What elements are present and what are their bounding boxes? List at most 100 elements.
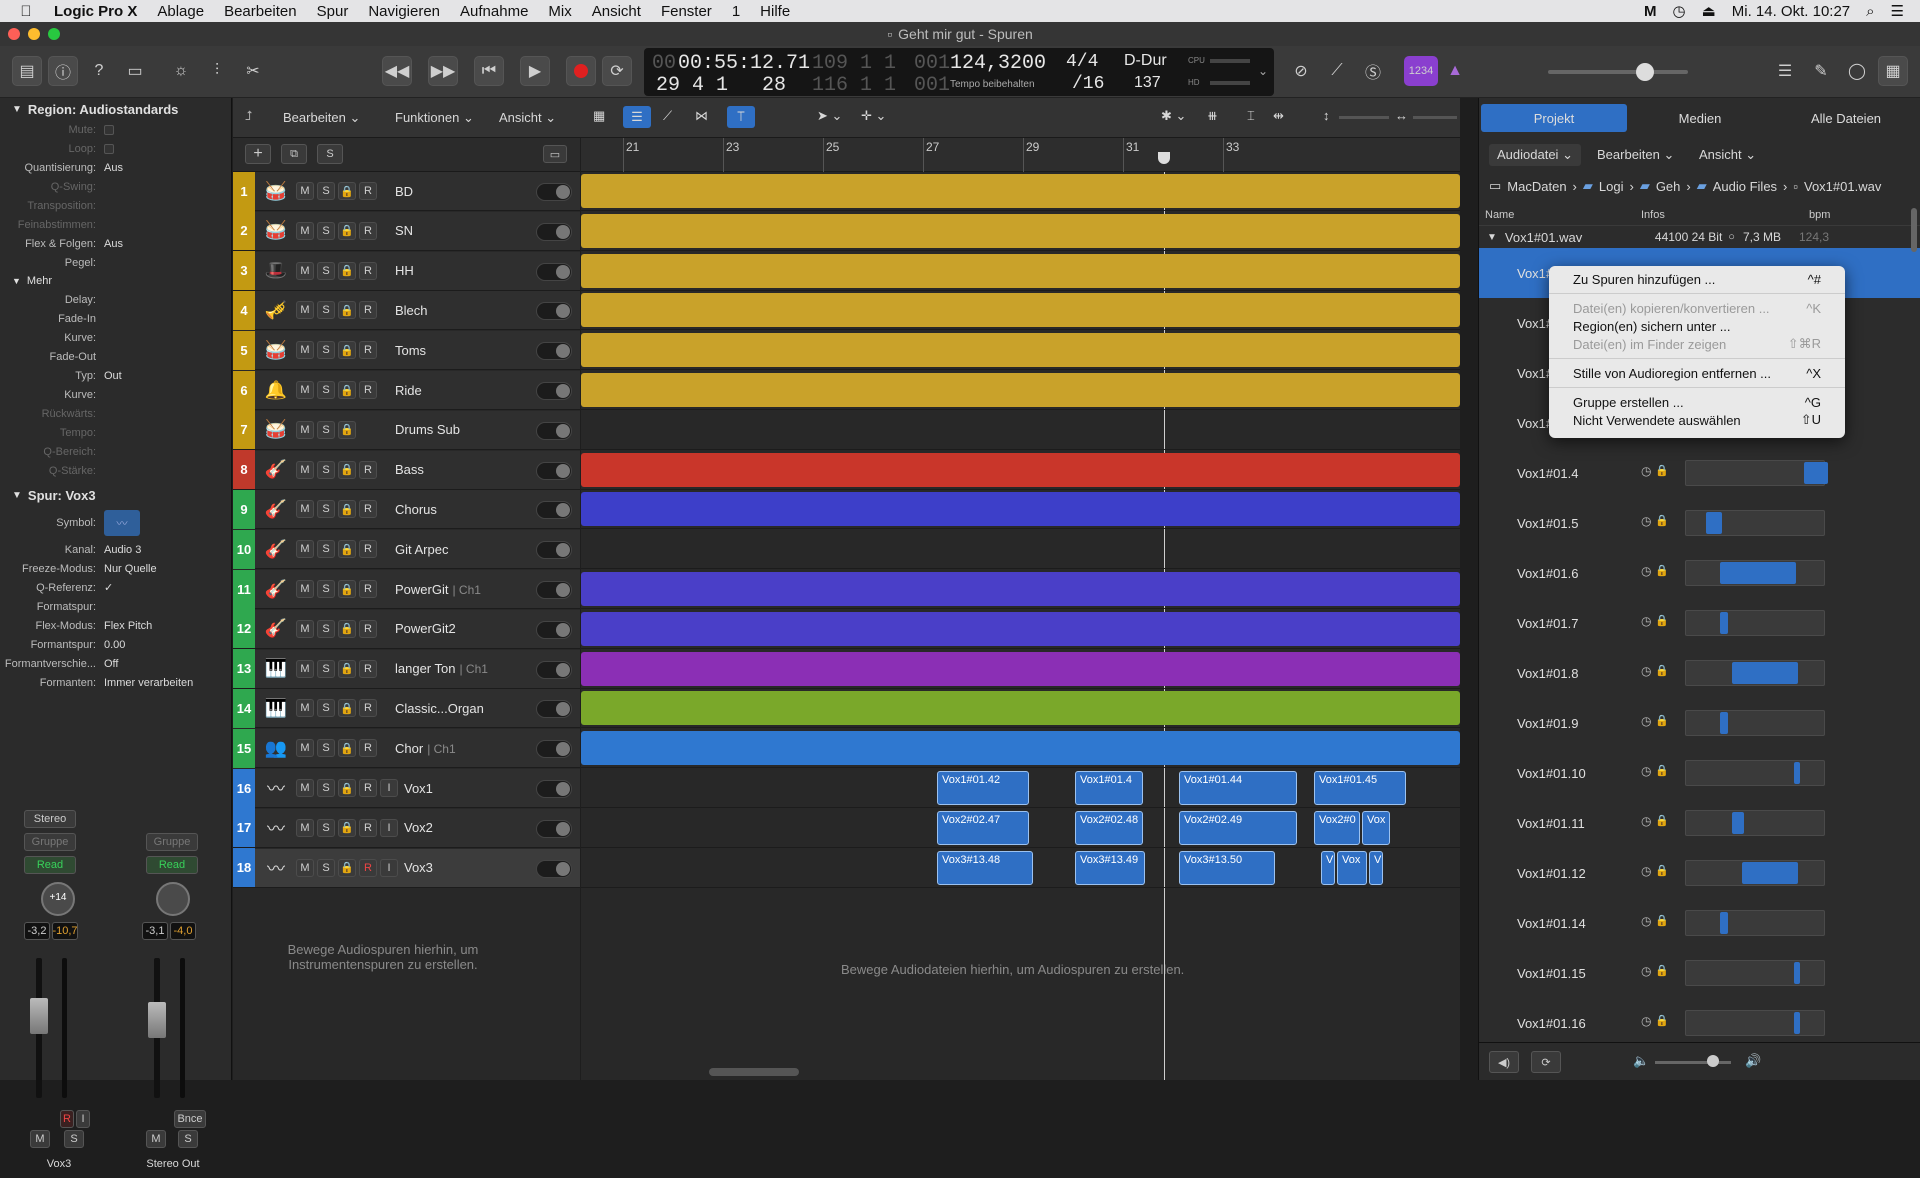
- record-enable-button[interactable]: R: [359, 619, 377, 638]
- track-on-off-toggle[interactable]: [536, 581, 572, 599]
- input-monitor-button[interactable]: I: [76, 1110, 90, 1128]
- instrument-icon[interactable]: 🎸: [259, 614, 293, 644]
- track-name[interactable]: Vox1: [404, 781, 524, 796]
- param-value[interactable]: Out: [104, 370, 122, 382]
- track-on-off-toggle[interactable]: [536, 461, 572, 480]
- region-inspector-header[interactable]: ▼ Region: Audiostandards: [0, 98, 231, 120]
- param-row[interactable]: Fade-Out: [0, 347, 231, 366]
- track-name[interactable]: Classic...Organ: [395, 701, 515, 716]
- context-menu-item[interactable]: Gruppe erstellen ... ^G: [1549, 393, 1845, 411]
- preview-volume-slider[interactable]: [1655, 1061, 1731, 1064]
- param-row[interactable]: Formanten: Immer verarbeiten: [0, 673, 231, 692]
- instrument-icon[interactable]: 🥁: [259, 216, 293, 246]
- track-on-off-toggle[interactable]: [536, 302, 572, 321]
- menu-spur[interactable]: Spur: [307, 3, 359, 20]
- track-name[interactable]: HH: [395, 263, 515, 278]
- waveform-overview[interactable]: [1685, 1010, 1825, 1036]
- audio-region[interactable]: Vox3#13.49: [1075, 850, 1145, 885]
- lock-icon[interactable]: 🔒: [338, 858, 356, 877]
- waveform-overview[interactable]: [1685, 760, 1825, 786]
- rewind-button[interactable]: ◀◀: [382, 56, 412, 86]
- loop-browser-icon[interactable]: ◯: [1842, 56, 1872, 86]
- waveform-overview[interactable]: [1685, 610, 1825, 636]
- browser-list-item[interactable]: Vox1#01.7 ◷ 🔒: [1479, 598, 1920, 648]
- catch-icon[interactable]: ⟙: [727, 106, 755, 128]
- input-monitor-button[interactable]: I: [380, 858, 398, 877]
- lane[interactable]: [581, 291, 1460, 331]
- instrument-icon[interactable]: 🥁: [259, 415, 293, 445]
- param-row[interactable]: Tempo:: [0, 423, 231, 442]
- editors-icon[interactable]: ✂: [238, 56, 268, 86]
- menu-mix[interactable]: Mix: [538, 3, 581, 20]
- audio-region[interactable]: Vox2#02.49: [1179, 810, 1297, 845]
- lock-icon[interactable]: 🔒: [338, 221, 356, 240]
- solo-button[interactable]: S: [317, 619, 335, 638]
- track-header-vox2[interactable]: 17 〰 M S 🔒 R I Vox2: [233, 808, 580, 848]
- mute-button[interactable]: M: [296, 580, 314, 598]
- horizontal-zoom-slider[interactable]: [1413, 116, 1457, 119]
- param-value[interactable]: Nur Quelle: [104, 563, 157, 575]
- mute-button[interactable]: M: [296, 818, 314, 837]
- region[interactable]: [581, 373, 1460, 407]
- solo-button[interactable]: S: [317, 739, 335, 758]
- tracks-view-icon[interactable]: ☰: [623, 106, 651, 128]
- region[interactable]: [581, 333, 1460, 368]
- col-infos[interactable]: Infos: [1641, 209, 1665, 221]
- record-enable-button[interactable]: R: [359, 580, 377, 598]
- context-menu-item[interactable]: Region(en) sichern unter ...: [1549, 317, 1845, 335]
- view-menu[interactable]: Ansicht ⌄: [499, 110, 556, 126]
- region[interactable]: [581, 174, 1460, 208]
- record-enable-button[interactable]: R: [359, 699, 377, 718]
- browser-scrollbar[interactable]: [1911, 208, 1917, 252]
- solo-button[interactable]: S: [317, 580, 335, 598]
- audio-region[interactable]: Vox1#01.44: [1179, 771, 1297, 805]
- record-button[interactable]: [566, 56, 596, 86]
- mute-button[interactable]: M: [296, 699, 314, 718]
- browser-list-item[interactable]: Vox1#01.5 ◷ 🔒: [1479, 498, 1920, 548]
- group-button[interactable]: Gruppe: [24, 833, 76, 851]
- apple-icon[interactable]: : [0, 3, 52, 20]
- record-enable-button[interactable]: R: [359, 221, 377, 240]
- input-monitor-button[interactable]: I: [380, 779, 398, 797]
- lcd-signature[interactable]: 4/4: [1066, 52, 1098, 72]
- track-on-off-toggle[interactable]: [536, 740, 572, 759]
- go-to-start-button[interactable]: ⏮: [474, 56, 504, 86]
- pencil-tool-icon[interactable]: ✛ ⌄: [861, 108, 886, 124]
- list-editors-icon[interactable]: ☰: [1770, 56, 1800, 86]
- volume-fader-cap[interactable]: [30, 998, 48, 1034]
- browser-list-item[interactable]: Vox1#01.12 ◷ 🔒: [1479, 848, 1920, 898]
- solo-button[interactable]: S: [317, 540, 335, 559]
- track-on-off-toggle[interactable]: [536, 700, 572, 719]
- browser-list-item[interactable]: Vox1#01.11 ◷ 🔒: [1479, 798, 1920, 848]
- lock-icon[interactable]: 🔒: [338, 580, 356, 598]
- menu-fenster[interactable]: Fenster: [651, 3, 722, 20]
- master-volume-slider[interactable]: [1548, 70, 1688, 74]
- track-header-langer-ton[interactable]: 13 🎹 M S 🔒 Rlanger Ton | Ch1: [233, 649, 580, 689]
- lane[interactable]: [581, 650, 1460, 689]
- record-enable-button[interactable]: R: [359, 500, 377, 519]
- browser-edit-menu[interactable]: Bearbeiten ⌄: [1589, 144, 1682, 166]
- track-header-bd[interactable]: 1 🥁 M S 🔒 R BD: [233, 171, 580, 211]
- param-row[interactable]: Formantverschie... Off: [0, 654, 231, 673]
- track-on-off-toggle[interactable]: [536, 859, 572, 878]
- waveform-icon[interactable]: 〰: [104, 510, 140, 536]
- mute-button[interactable]: M: [296, 460, 314, 479]
- param-row[interactable]: Q-Stärke:: [0, 461, 231, 480]
- tuner-icon[interactable]: ⟋: [1322, 56, 1352, 86]
- menu-app[interactable]: Logic Pro X: [52, 3, 147, 20]
- disclosure-icon[interactable]: ▼: [1487, 232, 1497, 243]
- param-value[interactable]: ✓: [104, 581, 113, 594]
- lane[interactable]: [581, 212, 1460, 251]
- solo-icon[interactable]: Ⓢ: [1358, 56, 1388, 86]
- bounce-button[interactable]: Bnce: [174, 1110, 206, 1128]
- track-header-vox1[interactable]: 16 〰 M S 🔒 R I Vox1: [233, 768, 580, 808]
- region[interactable]: [581, 253, 1460, 288]
- record-enable-button[interactable]: R: [359, 301, 377, 320]
- solo-button[interactable]: S: [317, 500, 335, 519]
- track-header-git-arpec[interactable]: 10 🎸 M S 🔒 R Git Arpec: [233, 529, 580, 570]
- record-enable-button[interactable]: R: [359, 261, 377, 280]
- lock-icon[interactable]: 🔒: [338, 659, 356, 678]
- lcd-tempo-mode[interactable]: Tempo beibehalten: [950, 79, 1035, 90]
- preview-speaker-icon[interactable]: ◀): [1489, 1051, 1519, 1073]
- region[interactable]: [581, 213, 1460, 248]
